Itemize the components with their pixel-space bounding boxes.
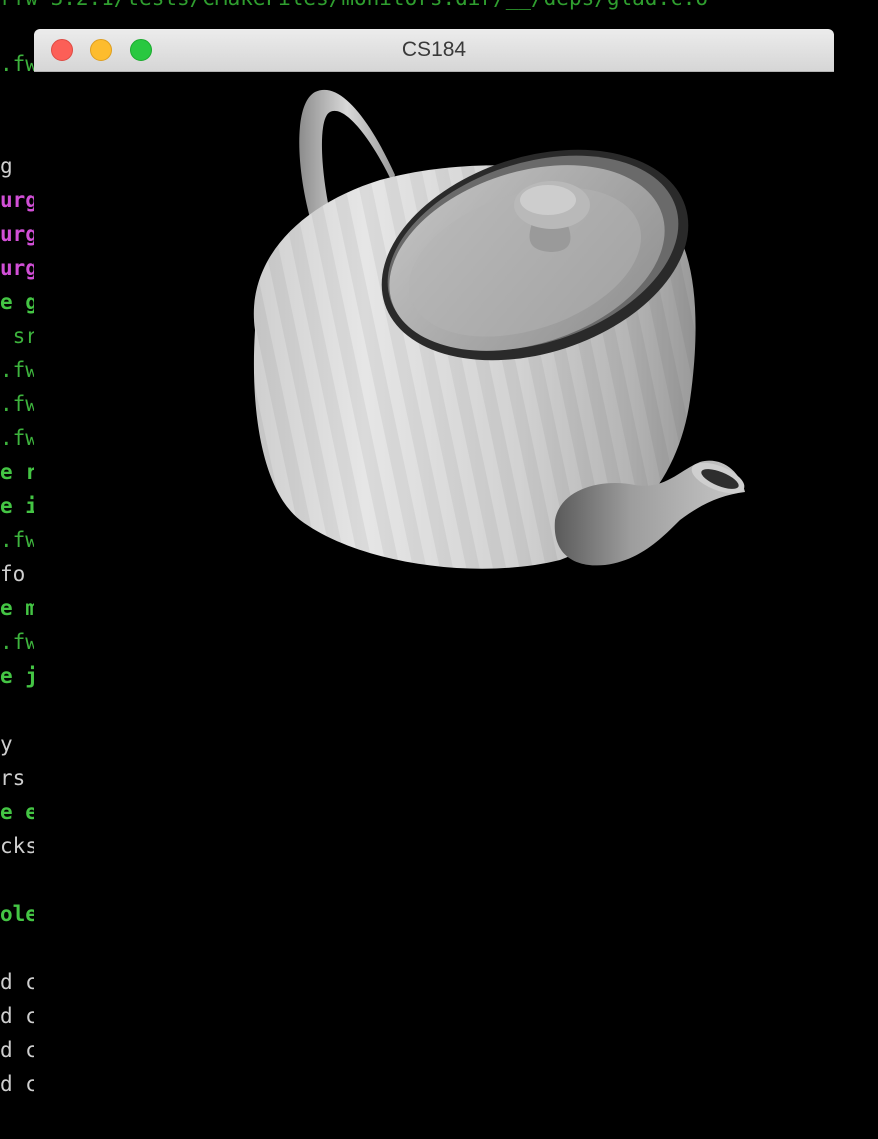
terminal-line: urg [0,188,38,212]
window-titlebar[interactable]: CS184 [34,29,834,72]
terminal-line: y [0,732,13,756]
terminal-line: e i [0,494,38,518]
terminal-line: urg [0,222,38,246]
terminal-line: .fw [0,528,38,552]
window-title: CS184 [401,38,467,61]
terminal-line: e r [0,460,38,484]
terminal-line: g [0,154,13,178]
terminal-line: e g [0,290,38,314]
terminal-top-partial-line: rfw-3.2.1/tests/CMakeFiles/monitors.dir/… [0,0,708,10]
render-canvas[interactable] [34,72,834,1139]
terminal-line: .fw [0,426,38,450]
terminal-line: e j [0,664,38,688]
terminal-line: rs [0,766,26,790]
opengl-window[interactable]: CS184 [34,29,834,1139]
terminal-line: .fw [0,52,38,76]
terminal-line: .fw [0,392,38,416]
terminal-line: urg [0,256,38,280]
terminal-line: e e [0,800,38,824]
terminal-line: cks [0,834,38,858]
terminal-line: .fw [0,630,38,654]
terminal-line: sr [0,324,38,348]
terminal-line: e m [0,596,38,620]
terminal-line: fo [0,562,26,586]
teapot-icon [253,89,745,569]
terminal-line: .fw [0,358,38,382]
